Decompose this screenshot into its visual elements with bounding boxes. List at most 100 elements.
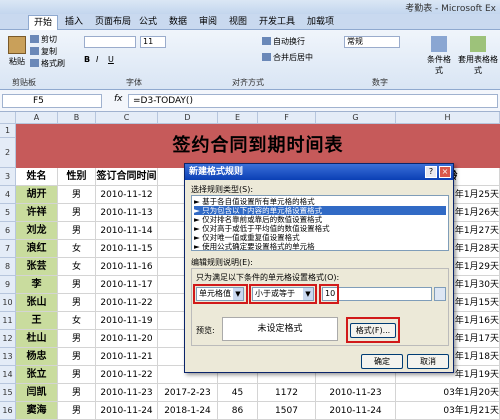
row-header[interactable]: 3 bbox=[0, 168, 16, 186]
table-cell-date[interactable]: 2010-11-19 bbox=[96, 312, 158, 330]
conditional-format-button[interactable]: 条件格式 bbox=[424, 36, 454, 76]
column-header-f[interactable]: F bbox=[258, 112, 316, 124]
table-cell-name[interactable]: 刘龙 bbox=[16, 222, 58, 240]
table-cell-f[interactable]: 1507 bbox=[258, 402, 316, 420]
table-format-button[interactable]: 套用表格格式 bbox=[458, 36, 498, 76]
table-cell-date[interactable]: 2010-11-21 bbox=[96, 348, 158, 366]
table-cell-sex[interactable]: 男 bbox=[58, 384, 96, 402]
table-cell-name[interactable]: 杨忠 bbox=[16, 348, 58, 366]
table-cell-sex[interactable]: 女 bbox=[58, 240, 96, 258]
format-painter-button[interactable]: 格式刷 bbox=[30, 58, 65, 69]
number-format-select[interactable]: 常规 bbox=[344, 36, 400, 48]
copy-button[interactable]: 复制 bbox=[30, 46, 57, 57]
table-cell-date[interactable]: 2010-11-20 bbox=[96, 330, 158, 348]
table-cell-name[interactable]: 闫凯 bbox=[16, 384, 58, 402]
table-cell-date[interactable]: 2010-11-14 bbox=[96, 222, 158, 240]
row-header[interactable]: 4 bbox=[0, 186, 16, 204]
row-header[interactable]: 9 bbox=[0, 276, 16, 294]
name-box[interactable]: F5 bbox=[2, 94, 102, 108]
rule-item[interactable]: ► 使用公式确定要设置格式的单元格 bbox=[194, 242, 446, 251]
tab-data[interactable]: 数据 bbox=[164, 15, 192, 30]
table-cell-e[interactable]: 45 bbox=[218, 384, 258, 402]
row-header[interactable]: 5 bbox=[0, 204, 16, 222]
underline-button[interactable]: U bbox=[108, 54, 114, 65]
paste-button[interactable]: 粘贴 bbox=[4, 36, 30, 67]
column-header-h[interactable]: H bbox=[396, 112, 500, 124]
table-cell-sex[interactable]: 男 bbox=[58, 204, 96, 222]
table-cell-name[interactable]: 张芸 bbox=[16, 258, 58, 276]
font-size-select[interactable]: 11 bbox=[140, 36, 166, 48]
table-cell-h[interactable]: 03年1月21天 bbox=[396, 402, 500, 420]
tab-review[interactable]: 审阅 bbox=[194, 15, 222, 30]
column-header-e[interactable]: E bbox=[218, 112, 258, 124]
tab-page-layout[interactable]: 页面布局 bbox=[90, 15, 136, 30]
table-cell-name[interactable]: 王 bbox=[16, 312, 58, 330]
rule-item[interactable]: ► 仅对唯一值或重复值设置格式 bbox=[194, 233, 446, 242]
column-header-a[interactable]: A bbox=[16, 112, 58, 124]
row-header[interactable]: 12 bbox=[0, 330, 16, 348]
table-header-cell[interactable]: 性别 bbox=[58, 168, 96, 186]
tab-developer[interactable]: 开发工具 bbox=[254, 15, 300, 30]
table-cell-sex[interactable]: 男 bbox=[58, 366, 96, 384]
table-cell-name[interactable]: 浪红 bbox=[16, 240, 58, 258]
column-header-b[interactable]: B bbox=[58, 112, 96, 124]
row-header[interactable]: 13 bbox=[0, 348, 16, 366]
table-cell-h[interactable]: 03年1月20天 bbox=[396, 384, 500, 402]
table-cell-name[interactable]: 窦海 bbox=[16, 402, 58, 420]
row-header[interactable]: 10 bbox=[0, 294, 16, 312]
table-cell-sex[interactable]: 男 bbox=[58, 186, 96, 204]
rule-item[interactable]: ► 仅对高于或低于平均值的数值设置格式 bbox=[194, 224, 446, 233]
table-cell-g[interactable]: 2010-11-23 bbox=[316, 384, 396, 402]
table-cell-date[interactable]: 2010-11-12 bbox=[96, 186, 158, 204]
table-cell-d[interactable]: 2017-2-23 bbox=[158, 384, 218, 402]
select-all-corner[interactable] bbox=[0, 112, 16, 124]
table-cell-sex[interactable]: 女 bbox=[58, 258, 96, 276]
table-cell-sex[interactable]: 男 bbox=[58, 294, 96, 312]
table-header-cell[interactable]: 姓名 bbox=[16, 168, 58, 186]
row-header[interactable]: 8 bbox=[0, 258, 16, 276]
table-cell-date[interactable]: 2010-11-16 bbox=[96, 258, 158, 276]
table-cell-name[interactable]: 杜山 bbox=[16, 330, 58, 348]
row-header[interactable]: 1 bbox=[0, 124, 16, 138]
rule-item[interactable]: ► 基于各自值设置所有单元格的格式 bbox=[194, 197, 446, 206]
table-cell-e[interactable]: 86 bbox=[218, 402, 258, 420]
row-header[interactable]: 15 bbox=[0, 384, 16, 402]
table-cell-sex[interactable]: 男 bbox=[58, 348, 96, 366]
range-picker-icon[interactable] bbox=[434, 287, 446, 301]
table-cell-d[interactable]: 2018-1-24 bbox=[158, 402, 218, 420]
row-header[interactable]: 14 bbox=[0, 366, 16, 384]
tab-formulas[interactable]: 公式 bbox=[134, 15, 162, 30]
table-cell-f[interactable]: 1172 bbox=[258, 384, 316, 402]
fx-icon[interactable]: fx bbox=[114, 94, 123, 104]
table-cell-date[interactable]: 2010-11-22 bbox=[96, 294, 158, 312]
merge-center-button[interactable]: 合并后居中 bbox=[262, 52, 313, 63]
row-header[interactable]: 2 bbox=[0, 138, 16, 168]
table-cell-name[interactable]: 张山 bbox=[16, 294, 58, 312]
ok-button[interactable]: 确定 bbox=[361, 354, 403, 369]
table-cell-name[interactable]: 许祥 bbox=[16, 204, 58, 222]
table-cell-date[interactable]: 2010-11-15 bbox=[96, 240, 158, 258]
table-cell-name[interactable]: 胡开 bbox=[16, 186, 58, 204]
rule-item[interactable]: ► 仅对排名靠前或靠后的数值设置格式 bbox=[194, 215, 446, 224]
wrap-text-button[interactable]: 自动换行 bbox=[262, 36, 305, 47]
tab-view[interactable]: 视图 bbox=[224, 15, 252, 30]
bold-button[interactable]: B bbox=[84, 54, 90, 65]
table-cell-date[interactable]: 2010-11-17 bbox=[96, 276, 158, 294]
help-icon[interactable]: ? bbox=[425, 166, 437, 178]
table-cell-sex[interactable]: 男 bbox=[58, 330, 96, 348]
formula-input[interactable]: =D3-TODAY() bbox=[128, 94, 498, 108]
tab-insert[interactable]: 插入 bbox=[60, 15, 88, 30]
table-cell-sex[interactable]: 男 bbox=[58, 222, 96, 240]
tab-home[interactable]: 开始 bbox=[28, 15, 59, 30]
row-header[interactable]: 16 bbox=[0, 402, 16, 420]
table-cell-date[interactable]: 2010-11-13 bbox=[96, 204, 158, 222]
table-cell-name[interactable]: 张立 bbox=[16, 366, 58, 384]
table-cell-sex[interactable]: 男 bbox=[58, 402, 96, 420]
row-header[interactable]: 11 bbox=[0, 312, 16, 330]
italic-button[interactable]: I bbox=[96, 54, 98, 65]
close-icon[interactable]: × bbox=[439, 166, 451, 178]
table-cell-name[interactable]: 李 bbox=[16, 276, 58, 294]
table-cell-sex[interactable]: 男 bbox=[58, 276, 96, 294]
table-cell-g[interactable]: 2010-11-24 bbox=[316, 402, 396, 420]
row-header[interactable]: 6 bbox=[0, 222, 16, 240]
